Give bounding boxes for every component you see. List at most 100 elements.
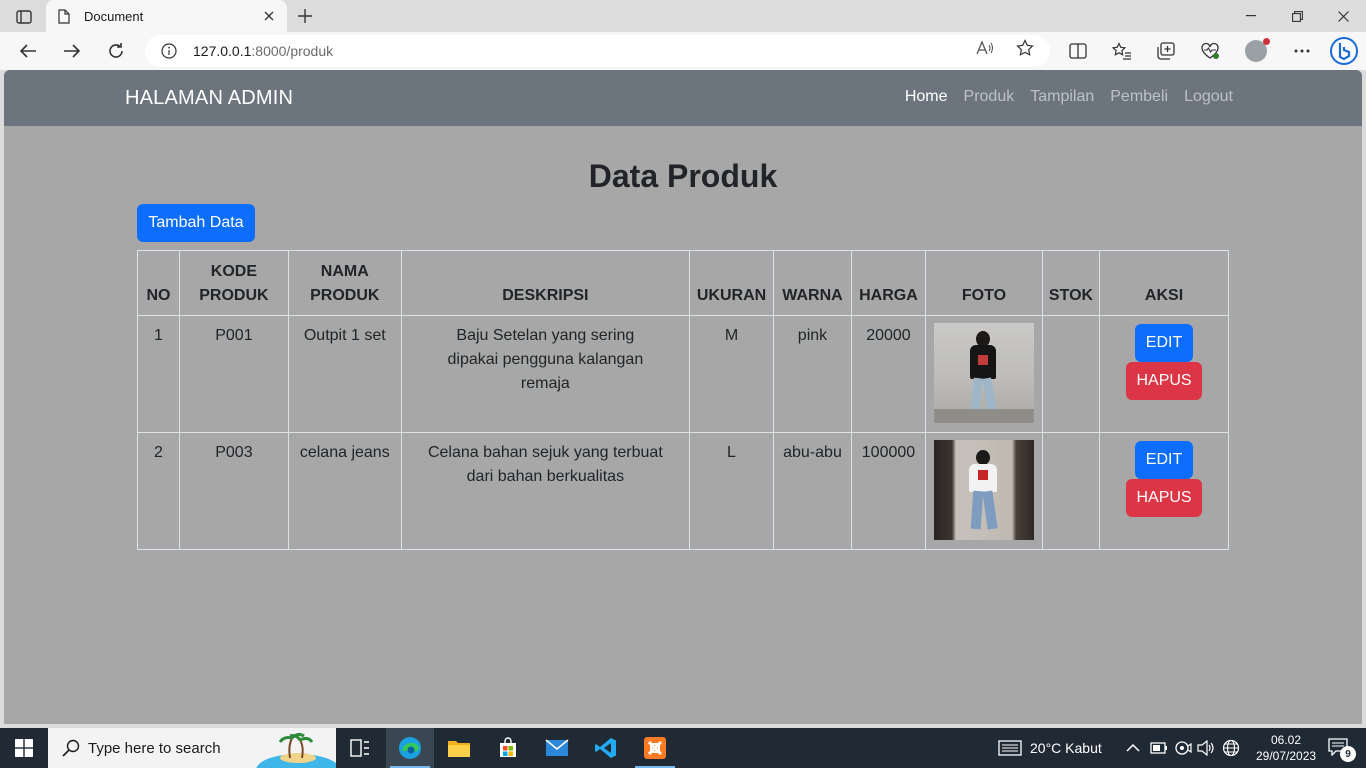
cell-aksi: EDIT HAPUS [1099,432,1229,550]
taskbar-search-box[interactable]: Type here to search [48,728,336,768]
browser-toolbar: 127.0.0.1:8000/produk [0,32,1366,70]
new-tab-icon[interactable] [293,6,317,26]
browser-tab-strip: Document [0,0,1366,32]
navbar-brand[interactable]: HALAMAN ADMIN [125,87,293,110]
cell-deskripsi: Baju Setelan yang sering dipakai penggun… [400,315,691,433]
back-icon[interactable] [14,37,42,65]
search-highlight-island-icon[interactable] [256,728,336,768]
nav-link-tampilan[interactable]: Tampilan [1030,88,1094,106]
favorite-star-icon[interactable] [1015,38,1035,58]
nav-link-pembeli[interactable]: Pembeli [1110,88,1168,106]
nav-link-produk[interactable]: Produk [964,88,1015,106]
cell-kode: P003 [178,432,289,550]
minimize-icon[interactable] [1228,0,1274,32]
delete-button[interactable]: HAPUS [1126,479,1203,517]
cell-stok [1041,432,1101,550]
close-window-icon[interactable] [1320,0,1366,32]
more-options-icon[interactable] [1288,37,1316,65]
forward-icon[interactable] [58,37,86,65]
split-screen-icon[interactable] [1064,37,1092,65]
mail-icon[interactable] [533,728,581,768]
page-viewport: HALAMAN ADMIN Home Produk Tampilan Pembe… [4,70,1362,724]
column-header-kode: KODE PRODUK [178,250,289,316]
search-placeholder: Type here to search [88,739,221,757]
notification-icon[interactable]: 9 [1328,738,1356,762]
edit-button[interactable]: EDIT [1135,441,1194,479]
column-header-warna: WARNA [773,250,852,316]
navbar-links: Home Produk Tampilan Pembeli Logout [905,88,1233,106]
cell-warna: pink [773,315,852,433]
windows-taskbar: Type here to search 20°C Kabut 06.02 29/… [0,728,1366,768]
refresh-icon[interactable] [102,37,130,65]
column-header-aksi: AKSI [1099,250,1229,316]
vscode-icon[interactable] [582,728,630,768]
search-icon [62,739,80,757]
cell-stok [1041,315,1101,433]
favorites-icon[interactable] [1108,37,1136,65]
admin-navbar: HALAMAN ADMIN Home Produk Tampilan Pembe… [4,70,1362,126]
cell-aksi: EDIT HAPUS [1099,315,1229,433]
close-tab-icon[interactable] [261,8,277,24]
notification-count-badge: 9 [1340,746,1356,762]
avatar[interactable] [1242,37,1270,65]
cell-no: 1 [137,315,180,433]
column-header-foto: FOTO [924,250,1043,316]
edge-browser-icon[interactable] [386,728,434,768]
bing-copilot-icon[interactable] [1328,35,1360,67]
add-data-button[interactable]: Tambah Data [137,204,255,242]
table-row: 1 P001 Outpit 1 set Baju Setelan yang se… [137,315,1229,433]
product-photo [933,440,1034,540]
address-bar[interactable]: 127.0.0.1:8000/produk [145,35,1050,67]
cell-warna: abu-abu [773,432,852,550]
microsoft-store-icon[interactable] [484,728,532,768]
cell-harga: 100000 [850,432,926,550]
tab-title: Document [84,8,144,24]
cell-harga: 20000 [850,315,926,433]
nav-link-logout[interactable]: Logout [1184,88,1233,106]
column-header-harga: HARGA [850,250,926,316]
windows-start-icon[interactable] [0,728,48,768]
column-header-no: NO [137,250,180,316]
tab-actions-icon[interactable] [10,6,38,28]
table-row: 2 P003 celana jeans Celana bahan sejuk y… [137,432,1229,550]
cell-nama: Outpit 1 set [287,315,402,433]
cell-kode: P001 [178,315,289,433]
taskbar-clock[interactable]: 06.02 29/07/2023 [1256,732,1316,764]
cell-foto [924,432,1043,550]
product-photo [933,323,1034,423]
nav-link-home[interactable]: Home [905,88,948,106]
cell-nama: celana jeans [287,432,402,550]
column-header-stok: STOK [1041,250,1101,316]
file-explorer-icon[interactable] [435,728,483,768]
table-header-row: NO KODE PRODUK NAMA PRODUK DESKRIPSI UKURA… [137,250,1229,316]
browser-tab-active[interactable]: Document [46,0,287,32]
weather-widget[interactable]: 20°C Kabut [998,728,1102,768]
cell-ukuran: M [689,315,774,433]
camera-icon[interactable] [1174,728,1192,768]
delete-button[interactable]: HAPUS [1126,362,1203,400]
page-title: Data Produk [588,158,778,194]
browser-essentials-icon[interactable] [1196,37,1224,65]
battery-icon[interactable] [1150,728,1168,768]
cell-ukuran: L [689,432,774,550]
column-header-ukuran: UKURAN [689,250,774,316]
read-aloud-icon[interactable] [975,38,995,58]
cell-no: 2 [137,432,180,550]
edit-button[interactable]: EDIT [1135,324,1194,362]
language-globe-icon[interactable] [1222,728,1240,768]
cell-foto [924,315,1043,433]
weather-text: 20°C Kabut [1030,740,1102,756]
restore-icon[interactable] [1274,0,1320,32]
show-hidden-icons-icon[interactable] [1126,728,1140,768]
collections-icon[interactable] [1152,37,1180,65]
column-header-nama: NAMA PRODUK [287,250,402,316]
url-host: 127.0.0.1 [193,43,252,59]
site-info-icon[interactable] [161,42,179,60]
task-view-icon[interactable] [336,728,384,768]
fog-weather-icon [998,740,1022,756]
xampp-icon[interactable] [631,728,679,768]
document-icon [58,8,74,24]
product-table: NO KODE PRODUK NAMA PRODUK DESKRIPSI UKURA… [137,250,1229,550]
url-path: :8000/produk [251,43,334,59]
volume-icon[interactable] [1197,728,1215,768]
